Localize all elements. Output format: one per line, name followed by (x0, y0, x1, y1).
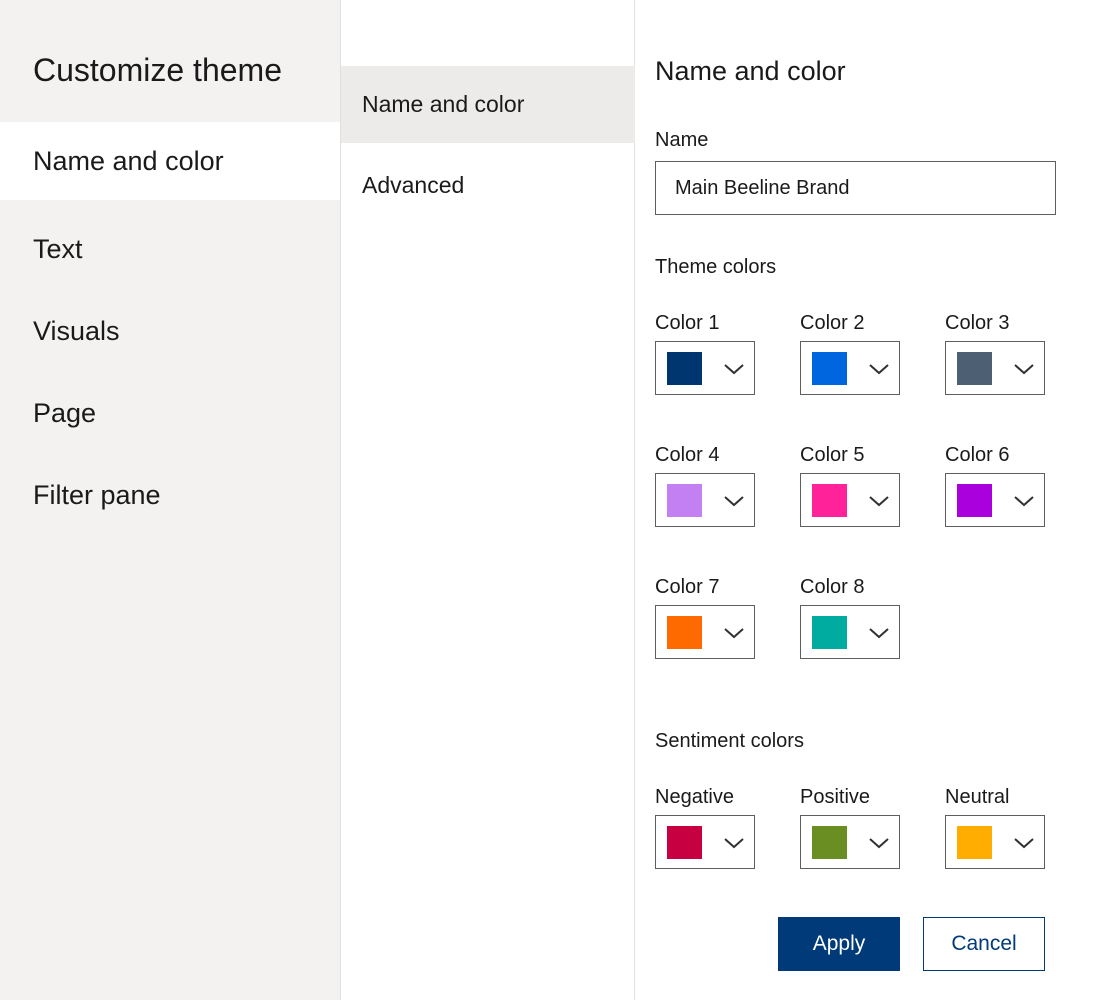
chevron-down-icon (869, 364, 889, 375)
color-1-label: Color 1 (655, 312, 720, 334)
color-3-swatch (957, 352, 992, 385)
name-input[interactable] (655, 161, 1056, 215)
color-1-swatch (667, 352, 702, 385)
negative-swatch (667, 826, 702, 859)
color-2-swatch (812, 352, 847, 385)
nav-item-name-and-color[interactable]: Name and color (0, 122, 340, 200)
color-8-label: Color 8 (800, 576, 865, 598)
positive-swatch (812, 826, 847, 859)
nav-item-text[interactable]: Text (0, 210, 340, 288)
nav-item-visuals[interactable]: Visuals (0, 292, 340, 370)
color-4-label: Color 4 (655, 444, 720, 466)
content-title: Name and color (655, 56, 846, 86)
chevron-down-icon (869, 628, 889, 639)
chevron-down-icon (1014, 838, 1034, 849)
color-6-label: Color 6 (945, 444, 1010, 466)
left-nav: Customize theme Name and color Text Visu… (0, 0, 340, 1000)
color-4-picker[interactable] (655, 473, 755, 527)
chevron-down-icon (1014, 364, 1034, 375)
chevron-down-icon (724, 628, 744, 639)
color-5-picker[interactable] (800, 473, 900, 527)
theme-colors-label: Theme colors (655, 256, 777, 278)
positive-label: Positive (800, 786, 871, 808)
chevron-down-icon (869, 838, 889, 849)
sub-nav-item-name-and-color[interactable]: Name and color (341, 66, 635, 143)
sub-nav-item-advanced[interactable]: Advanced (341, 147, 635, 224)
sub-nav: Name and color Advanced (340, 0, 635, 1000)
color-2-label: Color 2 (800, 312, 865, 334)
color-5-label: Color 5 (800, 444, 865, 466)
cancel-button[interactable]: Cancel (923, 917, 1045, 971)
negative-label: Negative (655, 786, 734, 808)
positive-color-picker[interactable] (800, 815, 900, 869)
color-2-picker[interactable] (800, 341, 900, 395)
chevron-down-icon (724, 364, 744, 375)
chevron-down-icon (1014, 496, 1034, 507)
neutral-swatch (957, 826, 992, 859)
content-panel: Name and color Name Theme colors Color 1… (636, 0, 1100, 1000)
color-6-picker[interactable] (945, 473, 1045, 527)
color-3-picker[interactable] (945, 341, 1045, 395)
color-3-label: Color 3 (945, 312, 1010, 334)
color-7-picker[interactable] (655, 605, 755, 659)
chevron-down-icon (869, 496, 889, 507)
nav-item-page[interactable]: Page (0, 374, 340, 452)
panel-title: Customize theme (33, 52, 282, 88)
color-6-swatch (957, 484, 992, 517)
apply-button[interactable]: Apply (778, 917, 900, 971)
sentiment-colors-label: Sentiment colors (655, 730, 804, 752)
name-label: Name (655, 129, 709, 151)
color-1-picker[interactable] (655, 341, 755, 395)
color-4-swatch (667, 484, 702, 517)
color-7-label: Color 7 (655, 576, 720, 598)
neutral-color-picker[interactable] (945, 815, 1045, 869)
neutral-label: Neutral (945, 786, 1010, 808)
color-8-swatch (812, 616, 847, 649)
nav-item-filter-pane[interactable]: Filter pane (0, 456, 340, 534)
chevron-down-icon (724, 496, 744, 507)
chevron-down-icon (724, 838, 744, 849)
color-7-swatch (667, 616, 702, 649)
color-5-swatch (812, 484, 847, 517)
color-8-picker[interactable] (800, 605, 900, 659)
negative-color-picker[interactable] (655, 815, 755, 869)
